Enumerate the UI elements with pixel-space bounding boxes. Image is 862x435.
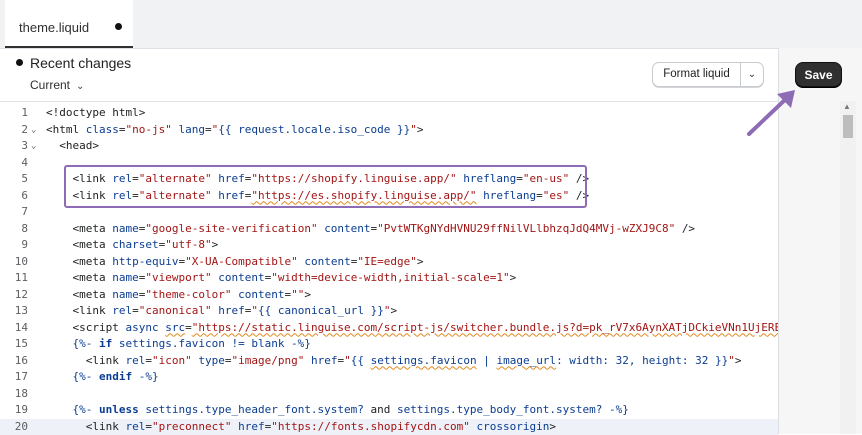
file-tab[interactable]: theme.liquid: [5, 0, 133, 48]
code-line[interactable]: 7: [0, 204, 778, 220]
scroll-up-icon[interactable]: ▲: [843, 102, 851, 111]
code-text: <meta name="theme-color" content="">: [72, 287, 311, 301]
format-liquid-button[interactable]: Format liquid: [653, 63, 741, 86]
code-line[interactable]: 1 <!doctype html>: [0, 105, 778, 121]
line-number: 13: [14, 304, 28, 317]
code-text: <link rel="alternate" href="https://es.s…: [72, 188, 590, 202]
line-number: 19: [14, 403, 28, 416]
code-text: {%- unless settings.type_header_font.sys…: [72, 403, 629, 416]
line-number: 11: [14, 271, 28, 284]
line-number: 16: [14, 353, 28, 367]
scrollbar-thumb[interactable]: [843, 115, 853, 138]
code-line[interactable]: 2 ⌄ <html class="no-js" lang="{{ request.l…: [0, 122, 778, 138]
line-number: 7: [21, 205, 28, 218]
code-line[interactable]: 16 <link rel="icon" type="image/png" hre…: [0, 353, 778, 369]
code-text: <meta http-equiv="X-UA-Compatible" conte…: [72, 254, 424, 268]
code-line[interactable]: 9 <meta charset="utf-8">: [0, 237, 778, 253]
code-line[interactable]: 19 {%- unless settings.type_header_font.…: [0, 402, 778, 418]
line-number: 18: [14, 386, 28, 400]
code-text: {%- if settings.favicon != blank -%}: [72, 337, 311, 350]
fold-chevron-down-icon[interactable]: ⌄: [31, 138, 36, 154]
line-number: 6: [21, 188, 28, 202]
code-line[interactable]: 12 <meta name="theme-color" content="">: [0, 287, 778, 303]
line-number: 2: [21, 122, 28, 136]
line-number: 5: [21, 172, 28, 185]
code-text: <link rel="alternate" href="https://shop…: [72, 172, 590, 185]
code-line[interactable]: 20 <link rel="preconnect" href="https://…: [0, 418, 778, 435]
code-text: {%- endif -%}: [72, 370, 159, 383]
code-text: <meta name="google-site-verification" co…: [72, 221, 696, 235]
line-number: 8: [21, 221, 28, 235]
code-text: <head>: [59, 139, 99, 152]
line-number: 17: [14, 370, 28, 383]
code-text: <html class="no-js" lang="{{ request.loc…: [46, 122, 424, 136]
format-button-group: Format liquid ⌄: [652, 62, 764, 87]
code-text: <link rel="canonical" href="{{ canonical…: [72, 304, 398, 317]
unsaved-dot-icon: [115, 23, 122, 30]
vertical-scrollbar[interactable]: [840, 101, 856, 434]
code-line[interactable]: 14 <script async src="https://static.lin…: [0, 320, 778, 336]
line-number: 3: [21, 139, 28, 152]
tab-label: theme.liquid: [19, 20, 90, 35]
recent-changes-dot-icon: [16, 59, 23, 66]
code-line[interactable]: 18: [0, 386, 778, 402]
code-line[interactable]: 13 <link rel="canonical" href="{{ canoni…: [0, 303, 778, 319]
code-line[interactable]: 4: [0, 155, 778, 171]
code-line[interactable]: 8 <meta name="google-site-verification" …: [0, 221, 778, 237]
code-line[interactable]: 5 <link rel="alternate" href="https://sh…: [0, 171, 778, 187]
annotation-arrow-icon: [747, 90, 795, 136]
code-text: <!doctype html>: [46, 106, 146, 119]
code-text: <meta name="viewport" content="width=dev…: [72, 271, 517, 284]
recent-changes-label: Recent changes: [30, 55, 132, 71]
tab-bar: theme.liquid: [0, 0, 862, 49]
version-select[interactable]: Current ⌄: [30, 78, 84, 92]
format-menu-chevron-down-icon[interactable]: ⌄: [741, 63, 763, 86]
code-line[interactable]: 17 {%- endif -%}: [0, 369, 778, 385]
code-line[interactable]: 3 ⌄ <head>: [0, 138, 778, 154]
line-number: 15: [14, 337, 28, 350]
line-number: 10: [14, 254, 28, 268]
fold-chevron-down-icon[interactable]: ⌄: [31, 122, 36, 138]
line-number: 4: [21, 155, 28, 169]
code-text: <link rel="icon" type="image/png" href="…: [85, 353, 742, 367]
code-editor[interactable]: 1 <!doctype html> 2 ⌄ <html class="no-js" la…: [0, 101, 778, 435]
code-line[interactable]: 15 {%- if settings.favicon != blank -%}: [0, 336, 778, 352]
line-number: 9: [21, 238, 28, 251]
code-line[interactable]: 10 <meta http-equiv="X-UA-Compatible" co…: [0, 254, 778, 270]
code-text: <meta charset="utf-8">: [72, 238, 219, 251]
chevron-down-icon: ⌄: [76, 81, 85, 92]
code-line[interactable]: 6 <link rel="alternate" href="https://es…: [0, 188, 778, 204]
line-number: 14: [14, 320, 28, 334]
version-select-label: Current: [30, 78, 71, 92]
code-text: <link rel="preconnect" href="https://fon…: [85, 419, 557, 433]
line-number: 1: [21, 106, 28, 119]
line-number: 20: [14, 419, 28, 433]
code-text: <script async src="https://static.lingui…: [72, 320, 779, 334]
line-number: 12: [14, 287, 28, 301]
save-button[interactable]: Save: [795, 62, 842, 87]
code-line[interactable]: 11 <meta name="viewport" content="width=…: [0, 270, 778, 286]
